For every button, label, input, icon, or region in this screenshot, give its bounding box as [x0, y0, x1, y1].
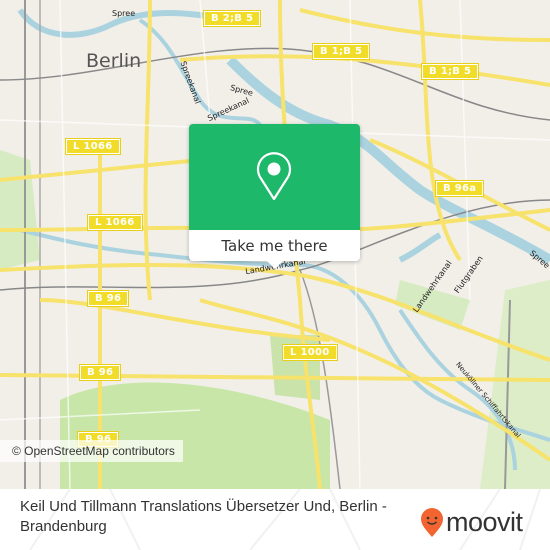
water-label: Spree [112, 9, 136, 18]
road-shield: L 1066 [87, 214, 143, 231]
map-pin-icon [256, 152, 292, 201]
popup-tail [266, 260, 284, 269]
road-shield: B 96a [434, 180, 485, 197]
road-shield: B 1;B 5 [420, 63, 480, 80]
road-shield: L 1066 [65, 138, 121, 155]
location-address: Keil Und Tillmann Translations Übersetze… [20, 498, 387, 535]
map-attribution[interactable]: © OpenStreetMap contributors [0, 440, 183, 462]
map[interactable]: Berlin Spree Spreekanal Spreekanal Spree… [0, 0, 550, 489]
road-shield: B 96 [86, 290, 130, 307]
brand-name: moovit [446, 507, 523, 537]
take-me-there-button[interactable]: Take me there [189, 230, 360, 261]
road-shield: L 1000 [282, 344, 338, 361]
road-shield: B 1;B 5 [311, 43, 371, 60]
road-shield: B 96 [78, 364, 122, 381]
road-shield: B 2;B 5 [202, 10, 262, 27]
location-popup: Take me there [189, 124, 360, 269]
flutgraben [398, 232, 442, 263]
city-label: Berlin [86, 50, 142, 72]
popup-header [189, 124, 360, 230]
park-tiergarten [0, 150, 40, 270]
moovit-pin-icon [421, 507, 443, 537]
moovit-logo[interactable]: moovit [420, 507, 523, 538]
